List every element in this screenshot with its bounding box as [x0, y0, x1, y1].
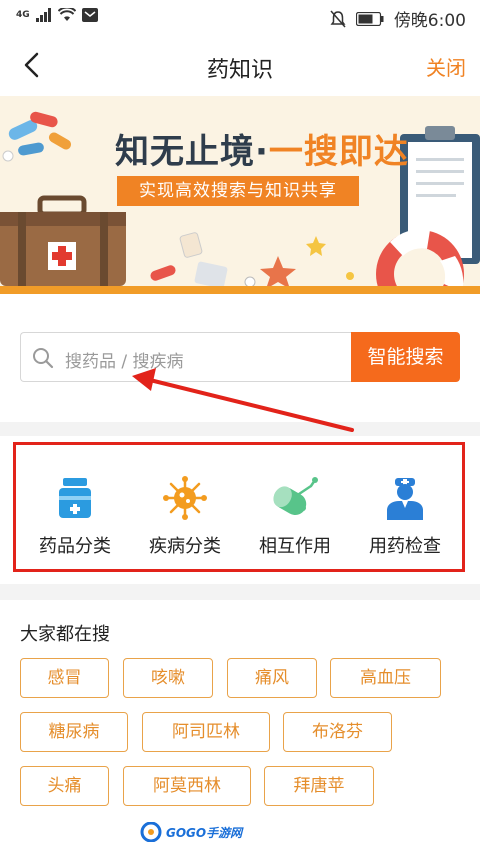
search-section: 搜药品 / 搜疾病 智能搜索 [0, 294, 480, 422]
medical-suitcase-icon [0, 195, 126, 286]
search-tag[interactable]: 阿莫西林 [123, 766, 251, 806]
search-tag[interactable]: 布洛芬 [283, 712, 392, 752]
status-right: 傍晚6:00 [330, 6, 466, 31]
pills-icon [2, 111, 72, 162]
mute-bell-icon [330, 10, 346, 27]
popular-title: 大家都在搜 [20, 624, 110, 645]
search-tag[interactable]: 咳嗽 [123, 658, 213, 698]
virus-icon [163, 476, 207, 520]
signal-icon [35, 8, 51, 22]
network-label: 4G [16, 10, 30, 20]
watermark-logo-icon [140, 822, 162, 842]
nav-bar: 药知识 关闭 [0, 34, 480, 96]
category-disease[interactable]: 疾病分类 [130, 476, 240, 558]
status-bar: 4G 傍晚6:00 [0, 0, 480, 34]
category-label: 药品分类 [39, 536, 111, 557]
section-divider [0, 584, 480, 600]
category-section: 药品分类 疾病分类 相互作用 用药检查 [0, 436, 480, 584]
pill-interaction-icon [273, 477, 318, 515]
app-notification-icon [81, 8, 98, 22]
smart-search-button[interactable]: 智能搜索 [351, 332, 460, 382]
close-button[interactable]: 关闭 [426, 52, 466, 81]
battery-icon [355, 11, 384, 26]
category-check[interactable]: 用药检查 [350, 476, 460, 558]
page-title: 药知识 [206, 58, 273, 83]
search-input[interactable]: 搜药品 / 搜疾病 [20, 332, 352, 382]
search-tag[interactable]: 高血压 [330, 658, 441, 698]
category-label: 相互作用 [259, 536, 331, 557]
search-tag[interactable]: 感冒 [20, 658, 109, 698]
slogan-part2: 一搜即达 [268, 132, 409, 172]
banner-slogan: 知无止境·一搜即达 [115, 124, 409, 173]
search-tag[interactable]: 糖尿病 [20, 712, 128, 752]
clock: 傍晚6:00 [393, 11, 466, 31]
category-label: 疾病分类 [149, 536, 221, 557]
watermark-text: GOGO手游网 [166, 825, 243, 840]
category-medicine[interactable]: 药品分类 [20, 476, 130, 558]
search-tag[interactable]: 痛风 [227, 658, 317, 698]
banner-floor [0, 286, 480, 294]
search-tag[interactable]: 拜唐苹 [264, 766, 374, 806]
search-placeholder: 搜药品 / 搜疾病 [65, 352, 184, 372]
search-tag[interactable]: 头痛 [20, 766, 109, 806]
watermark: GOGO手游网 [140, 822, 242, 842]
search-icon [33, 348, 54, 369]
section-divider [0, 422, 480, 436]
medicine-bottle-icon [59, 478, 91, 518]
category-label: 用药检查 [369, 536, 441, 557]
category-interaction[interactable]: 相互作用 [240, 476, 350, 558]
search-tag[interactable]: 阿司匹林 [142, 712, 270, 752]
doctor-icon [387, 478, 423, 520]
slogan-part1: 知无止境· [115, 132, 269, 172]
banner-tagline: 实现高效搜索与知识共享 [117, 176, 359, 206]
popular-searches: 大家都在搜 感冒 咳嗽 痛风 高血压 糖尿病 阿司匹林 布洛芬 头痛 阿莫西林 … [0, 600, 480, 853]
banner[interactable]: 知无止境·一搜即达 实现高效搜索与知识共享 [0, 96, 480, 294]
status-left: 4G [16, 8, 98, 22]
wifi-icon [57, 8, 76, 21]
